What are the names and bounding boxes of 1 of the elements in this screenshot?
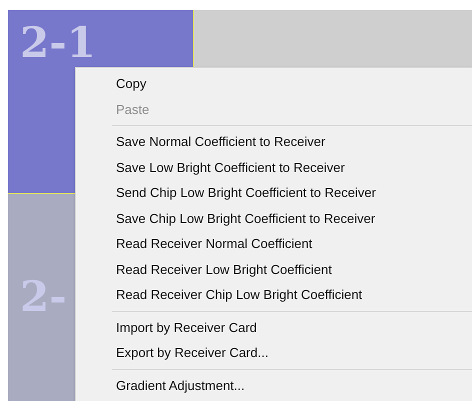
tile-label: 2-1	[20, 22, 96, 64]
